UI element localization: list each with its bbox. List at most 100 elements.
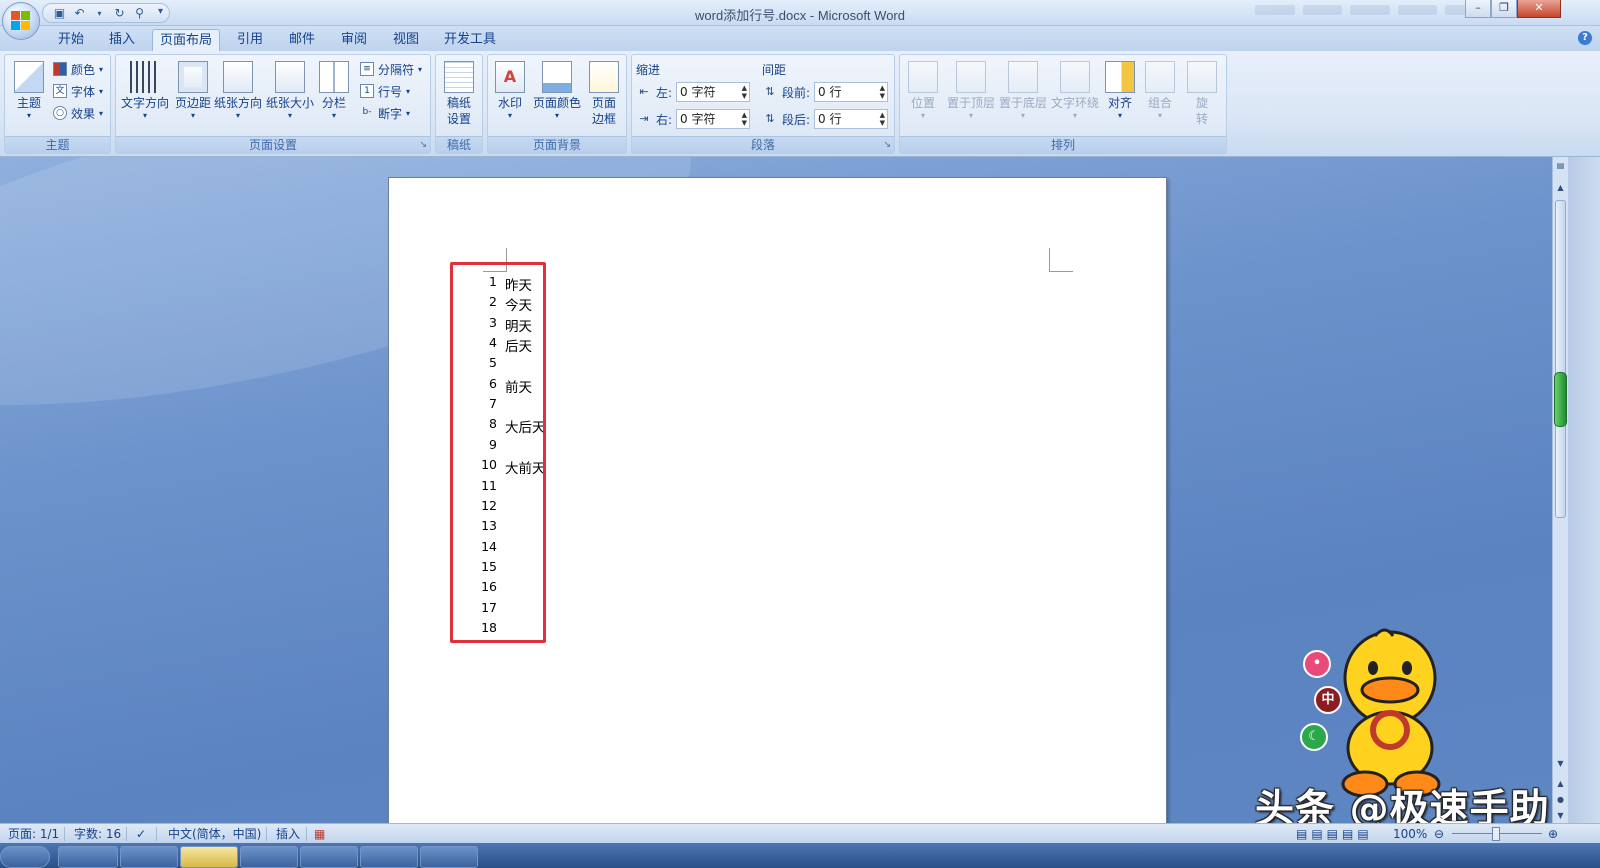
vertical-scrollbar[interactable]: ▤ ▲ ▼ ▲ ● ▼ <box>1552 157 1568 823</box>
indent-right-icon: ⇥ <box>639 112 649 125</box>
group-objects-button[interactable]: 组合 ▾ <box>1138 59 1182 131</box>
spacing-after-input[interactable]: 0 行 ▲ ▼ <box>814 109 889 129</box>
tab-review[interactable]: 审阅 <box>335 29 373 51</box>
indent-right-input[interactable]: 0 字符 ▲ ▼ <box>676 109 751 129</box>
indent-heading: 缩进 <box>636 63 661 77</box>
group-themes: 主题 ▾ 颜色 ▾ 文 字体 ▾ ○ 效果 ▾ 主题 <box>4 54 111 154</box>
align-icon <box>1105 61 1135 93</box>
document-page[interactable]: 1 昨天 2 今天 3 明天 4 后天 5 6 前天 7 8 大后天 9 10 大前天 11 12 13 14 15 16 1… <box>388 177 1167 823</box>
indent-left-row: ⇤ 左: 0 字符 ▲ ▼ <box>636 81 751 103</box>
status-language[interactable]: 中文(简体，中国) <box>168 826 261 842</box>
help-icon[interactable]: ? <box>1578 31 1592 45</box>
text-wrapping-button[interactable]: 文字环绕 ▾ <box>1048 59 1102 131</box>
theme-effects-button[interactable]: ○ 效果 ▾ <box>53 103 103 123</box>
paper-size-button[interactable]: 纸张大小 ▾ <box>265 59 315 131</box>
theme-fonts-button[interactable]: 文 字体 ▾ <box>53 81 103 101</box>
taskbar-item[interactable] <box>300 846 358 868</box>
taskbar-item[interactable] <box>240 846 298 868</box>
status-word-count[interactable]: 字数: 16 <box>74 826 121 842</box>
next-page-icon[interactable]: ▼ <box>1554 809 1567 823</box>
text-direction-icon <box>130 61 160 93</box>
themes-button[interactable]: 主题 ▾ <box>7 59 51 131</box>
indent-left-input[interactable]: 0 字符 ▲ ▼ <box>676 82 751 102</box>
hyphenation-button[interactable]: b‐ 断字 ▾ <box>360 103 411 123</box>
spacing-before-input[interactable]: 0 行 ▲ ▼ <box>814 82 889 102</box>
group-label-draft: 稿纸 <box>436 136 482 153</box>
window-edge <box>1568 157 1600 823</box>
draft-settings-button[interactable]: 稿纸 设置 <box>436 59 482 131</box>
bring-to-front-icon <box>956 61 986 93</box>
sticker-bubble-moon-icon: ☾ <box>1300 723 1328 751</box>
group-draft-paper: 稿纸 设置 稿纸 <box>435 54 483 154</box>
scroll-thumb[interactable] <box>1555 200 1566 518</box>
spin-arrows-icon[interactable]: ▲ ▼ <box>880 84 885 100</box>
view-buttons-icon[interactable]: ▤▤▤▤▤ <box>1296 826 1373 842</box>
page-color-button[interactable]: 页面颜色 ▾ <box>532 59 582 131</box>
taskbar-item[interactable] <box>120 846 178 868</box>
window-controls: – ❐ ✕ <box>1465 0 1561 20</box>
margins-button[interactable]: 页边距 ▾ <box>171 59 215 131</box>
scroll-up-icon[interactable]: ▲ <box>1554 181 1567 195</box>
page-setup-launcher-icon[interactable]: ↘ <box>419 140 427 150</box>
position-icon <box>908 61 938 93</box>
spin-arrows-icon[interactable]: ▲ ▼ <box>742 84 747 100</box>
minimize-button[interactable]: – <box>1465 0 1491 18</box>
scroll-down-icon[interactable]: ▼ <box>1554 757 1567 771</box>
group-label-page-setup: 页面设置 <box>116 136 430 153</box>
ruler-toggle-icon[interactable]: ▤ <box>1554 159 1567 173</box>
tab-developer[interactable]: 开发工具 <box>440 29 500 51</box>
group-label-paragraph: 段落 <box>632 136 894 153</box>
office-button[interactable] <box>2 2 40 40</box>
text-direction-button[interactable]: 文字方向 ▾ <box>118 59 172 131</box>
status-insert-mode[interactable]: 插入 <box>276 826 300 842</box>
title-bar: ▣ ↶ ▾ ↻ ⚲ ▾ word添加行号.docx - Microsoft Wo… <box>0 0 1600 40</box>
send-to-back-button[interactable]: 置于底层 ▾ <box>996 59 1050 131</box>
position-button[interactable]: 位置 ▾ <box>900 59 946 131</box>
macro-record-icon[interactable]: ▦ <box>314 826 325 842</box>
zoom-level[interactable]: 100% <box>1393 826 1427 842</box>
start-button[interactable] <box>0 846 50 868</box>
columns-button[interactable]: 分栏 ▾ <box>315 59 353 131</box>
bring-to-front-button[interactable]: 置于顶层 ▾ <box>944 59 998 131</box>
browse-object-icon[interactable]: ● <box>1554 793 1567 807</box>
proofing-icon[interactable]: ✓ <box>136 826 146 842</box>
group-paragraph: 缩进 间距 ⇤ 左: 0 字符 ▲ ▼ ⇥ 右: 0 字符 ▲ ▼ ⇅ 段前: 0 行 ▲… <box>631 54 895 154</box>
tab-page-layout[interactable]: 页面布局 <box>152 29 220 51</box>
page-borders-button[interactable]: 页面 边框 <box>584 59 624 131</box>
tab-references[interactable]: 引用 <box>231 29 269 51</box>
taskbar-item[interactable] <box>420 846 478 868</box>
rotate-button[interactable]: 旋 转 <box>1180 59 1224 131</box>
spin-arrows-icon[interactable]: ▲ ▼ <box>742 111 747 127</box>
paragraph-launcher-icon[interactable]: ↘ <box>883 140 891 150</box>
status-page[interactable]: 页面: 1/1 <box>8 826 59 842</box>
highlight-box <box>450 262 546 643</box>
spin-arrows-icon[interactable]: ▲ ▼ <box>880 111 885 127</box>
breaks-button[interactable]: ≡ 分隔符 ▾ <box>360 59 422 79</box>
line-numbers-icon: 1 <box>360 84 374 98</box>
taskbar-item[interactable] <box>360 846 418 868</box>
group-page-setup: 文字方向 ▾ 页边距 ▾ 纸张方向 ▾ 纸张大小 ▾ 分栏 ▾ ≡ 分隔符 ▾ 1 <box>115 54 431 154</box>
orientation-button[interactable]: 纸张方向 ▾ <box>213 59 263 131</box>
tab-mailings[interactable]: 邮件 <box>283 29 321 51</box>
zoom-slider-thumb[interactable] <box>1492 827 1500 841</box>
font-icon: 文 <box>53 84 67 98</box>
close-button[interactable]: ✕ <box>1517 0 1561 18</box>
tab-view[interactable]: 视图 <box>387 29 425 51</box>
spacing-after-row: ⇅ 段后: 0 行 ▲ ▼ <box>762 108 889 130</box>
taskbar-item[interactable] <box>58 846 118 868</box>
previous-page-icon[interactable]: ▲ <box>1554 777 1567 791</box>
orientation-icon <box>223 61 253 93</box>
background-window-tray <box>1255 5 1485 19</box>
taskbar-item[interactable] <box>180 846 238 868</box>
zoom-in-icon[interactable]: ⊕ <box>1548 826 1558 842</box>
send-to-back-icon <box>1008 61 1038 93</box>
line-numbers-button[interactable]: 1 行号 ▾ <box>360 81 410 101</box>
zoom-out-icon[interactable]: ⊖ <box>1434 826 1444 842</box>
tab-insert[interactable]: 插入 <box>103 29 141 51</box>
restore-button[interactable]: ❐ <box>1491 0 1517 18</box>
align-button[interactable]: 对齐 ▾ <box>1098 59 1142 131</box>
theme-colors-button[interactable]: 颜色 ▾ <box>53 59 103 79</box>
scroll-indicator <box>1554 372 1567 427</box>
tab-home[interactable]: 开始 <box>50 29 92 51</box>
watermark-button[interactable]: A 水印 ▾ <box>488 59 532 131</box>
